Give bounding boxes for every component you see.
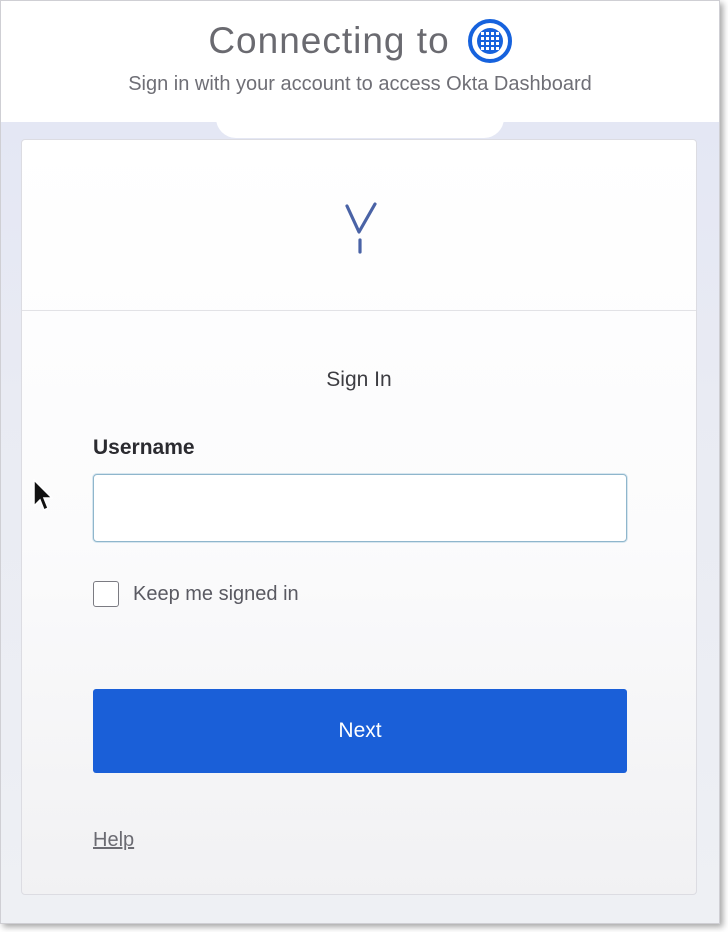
sign-in-title: Sign In: [326, 368, 392, 391]
brand-y-logo-icon: [345, 202, 377, 254]
sign-in-card: Sign In Username Keep me signed in Next …: [21, 139, 697, 895]
keep-signed-in-checkbox[interactable]: [93, 581, 119, 607]
keep-signed-in-row[interactable]: Keep me signed in: [93, 581, 299, 607]
username-input[interactable]: [93, 474, 627, 542]
keep-signed-in-label[interactable]: Keep me signed in: [133, 583, 299, 606]
help-link[interactable]: Help: [93, 829, 134, 852]
card-logo-area: [22, 140, 696, 311]
username-label: Username: [93, 436, 195, 459]
header-subtitle: Sign in with your account to access Okta…: [128, 73, 592, 95]
building-grid-icon: [467, 19, 512, 63]
next-button[interactable]: Next: [93, 689, 627, 773]
mouse-pointer-icon: [33, 479, 53, 512]
connecting-row: Connecting to: [1, 19, 719, 63]
header: Connecting to Sign in with your account …: [1, 1, 719, 122]
header-notch: [216, 118, 504, 138]
login-window: Connecting to Sign in with your account …: [0, 0, 720, 924]
connecting-text: Connecting to: [208, 20, 450, 61]
